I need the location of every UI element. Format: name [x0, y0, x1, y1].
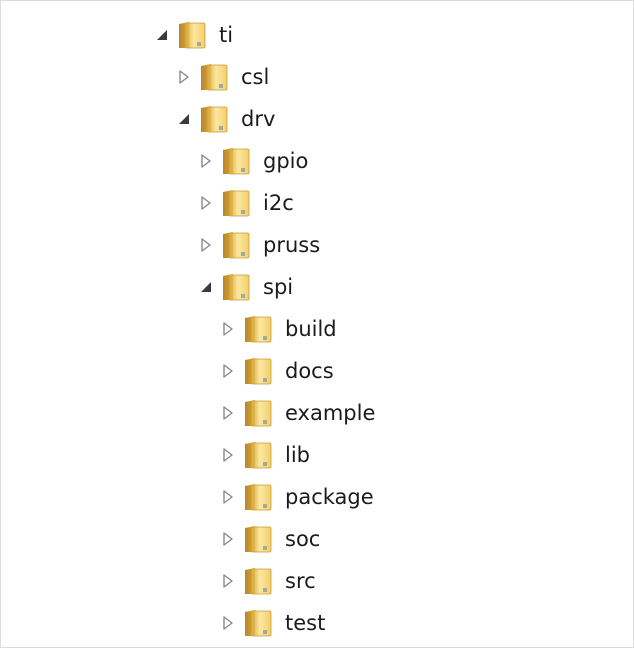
folder-tree: ti csl drv gpio i2c pruss spi build docs example l…: [1, 14, 633, 644]
expanded-arrow-icon[interactable]: [197, 278, 215, 296]
tree-item-label: ti: [219, 23, 234, 47]
collapsed-arrow-icon[interactable]: [219, 446, 237, 464]
tree-item-label: csl: [241, 65, 270, 89]
folder-icon: [219, 272, 253, 302]
folder-icon: [241, 524, 275, 554]
collapsed-arrow-icon[interactable]: [219, 530, 237, 548]
folder-icon: [197, 62, 231, 92]
expanded-arrow-icon[interactable]: [175, 110, 193, 128]
folder-icon: [241, 314, 275, 344]
tree-item-src[interactable]: src: [1, 560, 633, 602]
tree-item-label: i2c: [263, 191, 294, 215]
folder-tree-window: ti csl drv gpio i2c pruss spi build docs example l…: [0, 0, 634, 648]
folder-icon: [219, 188, 253, 218]
folder-icon: [241, 440, 275, 470]
tree-item-soc[interactable]: soc: [1, 518, 633, 560]
folder-icon: [241, 608, 275, 638]
tree-item-pruss[interactable]: pruss: [1, 224, 633, 266]
tree-item-lib[interactable]: lib: [1, 434, 633, 476]
tree-item-label: example: [285, 401, 376, 425]
folder-icon: [219, 146, 253, 176]
tree-item-example[interactable]: example: [1, 392, 633, 434]
folder-icon: [241, 356, 275, 386]
collapsed-arrow-icon[interactable]: [219, 362, 237, 380]
collapsed-arrow-icon[interactable]: [197, 236, 215, 254]
tree-item-docs[interactable]: docs: [1, 350, 633, 392]
folder-icon: [197, 104, 231, 134]
collapsed-arrow-icon[interactable]: [219, 320, 237, 338]
expanded-arrow-icon[interactable]: [153, 26, 171, 44]
tree-item-label: test: [285, 611, 326, 635]
collapsed-arrow-icon[interactable]: [219, 614, 237, 632]
tree-item-i2c[interactable]: i2c: [1, 182, 633, 224]
collapsed-arrow-icon[interactable]: [197, 194, 215, 212]
tree-item-spi[interactable]: spi: [1, 266, 633, 308]
tree-item-label: docs: [285, 359, 334, 383]
tree-item-label: lib: [285, 443, 310, 467]
collapsed-arrow-icon[interactable]: [219, 572, 237, 590]
tree-item-gpio[interactable]: gpio: [1, 140, 633, 182]
collapsed-arrow-icon[interactable]: [219, 404, 237, 422]
tree-item-label: spi: [263, 275, 294, 299]
tree-item-label: src: [285, 569, 316, 593]
tree-item-build[interactable]: build: [1, 308, 633, 350]
folder-icon: [241, 566, 275, 596]
tree-item-label: package: [285, 485, 374, 509]
tree-item-label: gpio: [263, 149, 309, 173]
folder-icon: [241, 398, 275, 428]
tree-item-drv[interactable]: drv: [1, 98, 633, 140]
folder-icon: [241, 482, 275, 512]
collapsed-arrow-icon[interactable]: [219, 488, 237, 506]
tree-item-label: drv: [241, 107, 276, 131]
tree-item-ti[interactable]: ti: [1, 14, 633, 56]
tree-item-label: build: [285, 317, 337, 341]
folder-icon: [175, 20, 209, 50]
tree-item-test[interactable]: test: [1, 602, 633, 644]
collapsed-arrow-icon[interactable]: [197, 152, 215, 170]
folder-icon: [219, 230, 253, 260]
tree-item-csl[interactable]: csl: [1, 56, 633, 98]
tree-item-package[interactable]: package: [1, 476, 633, 518]
tree-item-label: soc: [285, 527, 321, 551]
collapsed-arrow-icon[interactable]: [175, 68, 193, 86]
tree-item-label: pruss: [263, 233, 321, 257]
